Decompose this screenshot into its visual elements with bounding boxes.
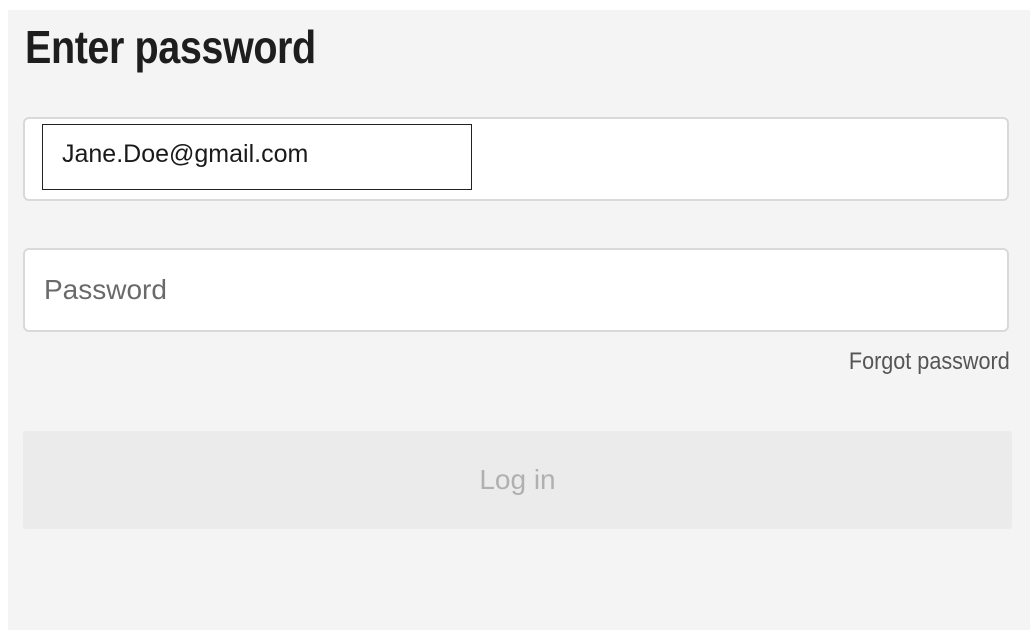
page-title: Enter password	[25, 21, 316, 73]
password-input[interactable]	[25, 250, 1007, 330]
email-highlight-box: Jane.Doe@gmail.com	[42, 124, 472, 190]
login-button[interactable]: Log in	[23, 431, 1012, 529]
password-field-container	[23, 248, 1009, 332]
email-value: Jane.Doe@gmail.com	[62, 140, 309, 168]
email-field[interactable]: Jane.Doe@gmail.com	[23, 117, 1009, 201]
login-panel: Enter password Jane.Doe@gmail.com Forgot…	[8, 10, 1030, 630]
forgot-password-link[interactable]: Forgot password	[849, 348, 1010, 376]
